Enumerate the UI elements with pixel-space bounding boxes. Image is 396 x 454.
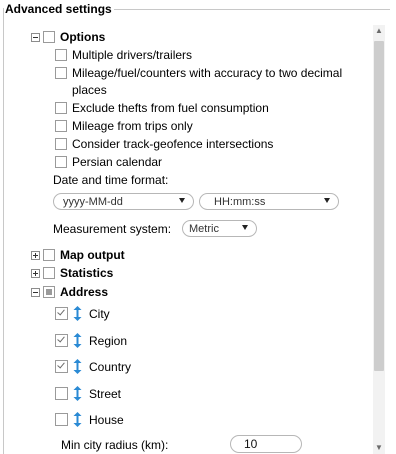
panel-border <box>3 8 4 454</box>
option-mileage-accuracy[interactable]: Mileage/fuel/counters with accuracy to t… <box>55 65 342 81</box>
option-checkbox[interactable] <box>55 102 67 114</box>
statistics-checkbox[interactable] <box>43 267 55 279</box>
address-item-checkbox[interactable] <box>55 307 68 320</box>
option-mileage-trips[interactable]: Mileage from trips only <box>55 118 193 134</box>
vertical-scrollbar[interactable]: ▲ ▼ <box>373 25 385 454</box>
option-label: Mileage from trips only <box>72 119 193 133</box>
address-item-label: House <box>89 412 124 427</box>
up-down-arrow-icon[interactable] <box>73 359 82 374</box>
up-down-arrow-icon[interactable] <box>73 333 82 348</box>
address-item-house[interactable]: House <box>55 410 124 429</box>
chevron-down-icon <box>179 198 185 203</box>
time-format-value: HH:mm:ss <box>214 195 266 208</box>
map-output-checkbox[interactable] <box>43 249 55 261</box>
up-down-arrow-icon[interactable] <box>73 386 82 401</box>
option-checkbox[interactable] <box>55 138 67 150</box>
address-item-checkbox[interactable] <box>55 387 68 400</box>
address-item-label: Region <box>89 333 128 348</box>
address-item-country[interactable]: Country <box>55 357 131 376</box>
minus-box-icon[interactable] <box>31 287 40 297</box>
option-checkbox[interactable] <box>55 67 67 79</box>
option-label-continuation: places <box>72 83 107 97</box>
address-item-label: Street <box>89 386 122 401</box>
options-checkbox[interactable] <box>43 31 55 43</box>
statistics-group-header[interactable]: Statistics <box>31 265 113 281</box>
options-label: Options <box>60 30 106 44</box>
date-format-select[interactable]: yyyy-MM-dd <box>53 193 194 210</box>
address-checkbox[interactable] <box>43 286 55 298</box>
address-item-checkbox[interactable] <box>55 360 68 373</box>
option-label: Persian calendar <box>72 155 163 169</box>
chevron-down-icon <box>242 225 248 230</box>
panel-title: Advanced settings <box>5 2 114 16</box>
scroll-up-arrow-icon[interactable]: ▲ <box>373 25 385 37</box>
address-item-label: City <box>89 306 110 321</box>
date-time-format-text: Date and time format: <box>53 173 169 187</box>
option-checkbox[interactable] <box>55 49 67 61</box>
date-time-format-label: Date and time format: <box>53 172 168 188</box>
option-label: Mileage/fuel/counters with accuracy to t… <box>72 66 343 80</box>
measurement-system-label: Measurement system: <box>53 221 171 237</box>
statistics-label: Statistics <box>60 266 114 280</box>
option-label: Exclude thefts from fuel consumption <box>72 101 269 115</box>
legend-rule <box>113 9 390 10</box>
address-item-label: Country <box>89 359 132 374</box>
min-city-radius-text: Min city radius (km): <box>61 438 169 452</box>
min-city-radius-input[interactable] <box>230 435 302 453</box>
time-format-select[interactable]: HH:mm:ss <box>199 193 339 210</box>
plus-box-icon[interactable] <box>31 268 40 278</box>
option-multiple-drivers[interactable]: Multiple drivers/trailers <box>55 47 192 63</box>
option-exclude-thefts[interactable]: Exclude thefts from fuel consumption <box>55 100 269 116</box>
map-output-label: Map output <box>60 248 125 262</box>
option-checkbox[interactable] <box>55 120 67 132</box>
chevron-down-icon <box>324 198 330 203</box>
scroll-down-arrow-icon[interactable]: ▼ <box>373 442 385 454</box>
measurement-system-value: Metric <box>189 222 219 235</box>
minus-box-icon[interactable] <box>31 32 40 42</box>
up-down-arrow-icon[interactable] <box>73 306 82 321</box>
option-mileage-accuracy-cont: places <box>72 82 107 98</box>
option-label: Multiple drivers/trailers <box>72 48 193 62</box>
options-group-header: Options <box>31 29 105 45</box>
address-item-checkbox[interactable] <box>55 334 68 347</box>
panel-legend: Advanced settings <box>5 1 390 17</box>
scrollbar-thumb[interactable] <box>374 41 384 371</box>
plus-box-icon[interactable] <box>31 250 40 260</box>
option-label: Consider track-geofence intersections <box>72 137 274 151</box>
address-item-city[interactable]: City <box>55 304 110 323</box>
address-group-header[interactable]: Address <box>31 284 108 300</box>
address-label: Address <box>60 285 109 299</box>
date-format-value: yyyy-MM-dd <box>63 195 123 208</box>
address-item-region[interactable]: Region <box>55 331 127 350</box>
option-checkbox[interactable] <box>55 156 67 168</box>
map-output-group-header[interactable]: Map output <box>31 247 125 263</box>
option-persian-calendar[interactable]: Persian calendar <box>55 154 162 170</box>
address-item-checkbox[interactable] <box>55 413 68 426</box>
min-city-radius-label: Min city radius (km): <box>61 437 168 453</box>
measurement-system-select[interactable]: Metric <box>182 220 257 237</box>
up-down-arrow-icon[interactable] <box>73 412 82 427</box>
measurement-system-text: Measurement system: <box>53 222 172 236</box>
address-item-street[interactable]: Street <box>55 384 121 403</box>
option-geofence[interactable]: Consider track-geofence intersections <box>55 136 273 152</box>
